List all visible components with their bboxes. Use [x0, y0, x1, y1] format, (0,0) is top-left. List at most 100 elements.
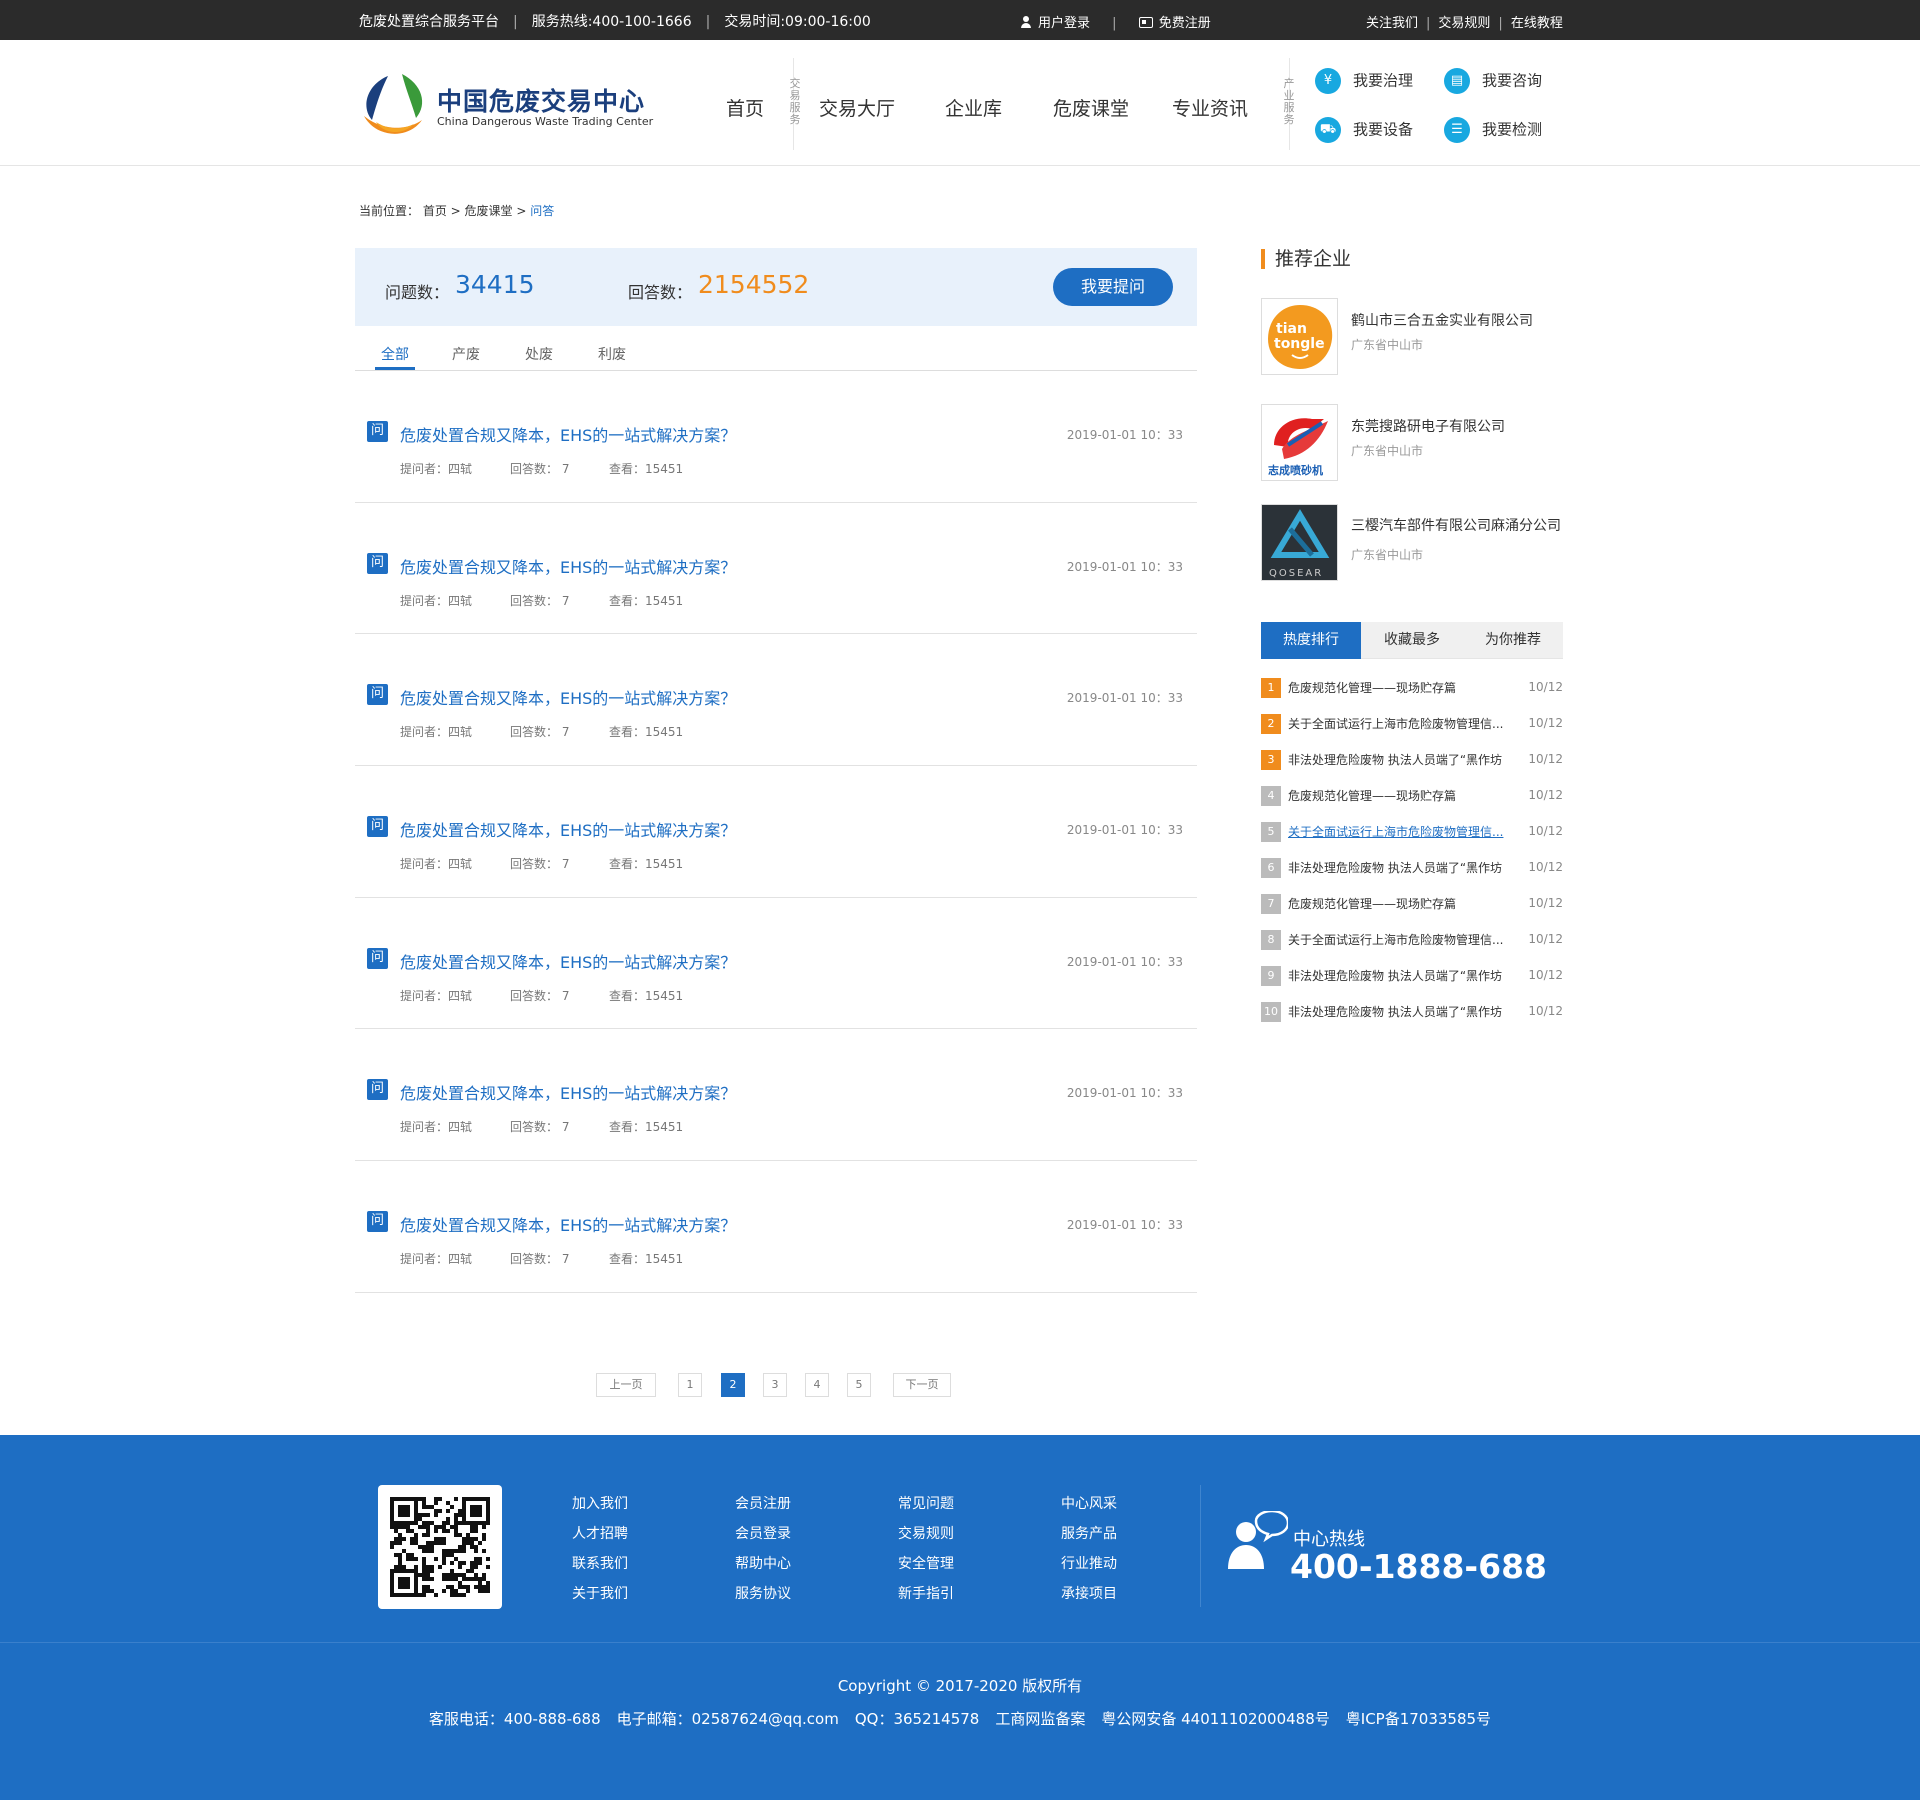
question-item[interactable]: 问危废处置合规又降本，EHS的一站式解决方案？ 2019-01-01 10：33 提… — [355, 766, 1197, 898]
company-card[interactable]: tian tongle 鹤山市三合五金实业有限公司 广东省中山市 — [1261, 298, 1571, 376]
rank-number: 9 — [1261, 966, 1281, 986]
nav-professional-news[interactable]: 专业资讯 — [1172, 94, 1248, 121]
rank-title[interactable]: 关于全面试运行上海市危险废物管理信... — [1288, 931, 1503, 948]
rank-title[interactable]: 危废规范化管理——现场贮存篇 — [1288, 787, 1456, 804]
footer-link[interactable]: 交易规则 — [898, 1523, 954, 1543]
question-item[interactable]: 问危废处置合规又降本，EHS的一站式解决方案？ 2019-01-01 10：33 提… — [355, 1161, 1197, 1293]
rank-date: 10/12 — [1528, 932, 1563, 946]
rank-number: 7 — [1261, 894, 1281, 914]
rank-title[interactable]: 危废规范化管理——现场贮存篇 — [1288, 895, 1456, 912]
question-answer-count: 回答数： 7 — [510, 988, 570, 1003]
footer-link[interactable]: 加入我们 — [572, 1493, 628, 1513]
service-consult[interactable]: ▤ 我要咨询 — [1444, 68, 1542, 94]
nav-home[interactable]: 首页 — [726, 94, 764, 121]
question-item[interactable]: 问危废处置合规又降本，EHS的一站式解决方案？ 2019-01-01 10：33 提… — [355, 898, 1197, 1030]
icp-registration: 粤ICP备17033585号 — [1345, 1710, 1492, 1728]
page-1-button[interactable]: 1 — [678, 1373, 702, 1397]
prev-page-button[interactable]: 上一页 — [596, 1373, 656, 1397]
ranking-item[interactable]: 7 危废规范化管理——现场贮存篇 10/12 — [1261, 892, 1563, 914]
question-item[interactable]: 问危废处置合规又降本，EHS的一站式解决方案？ 2019-01-01 10：33 提… — [355, 371, 1197, 503]
page-3-button[interactable]: 3 — [763, 1373, 787, 1397]
footer-link[interactable]: 服务协议 — [735, 1583, 791, 1603]
page-5-button[interactable]: 5 — [847, 1373, 871, 1397]
rank-number: 8 — [1261, 930, 1281, 950]
site-logo[interactable]: 中国危废交易中心 China Dangerous Waste Trading C… — [358, 70, 658, 140]
tab-most-favorited[interactable]: 收藏最多 — [1362, 622, 1462, 659]
ranking-item[interactable]: 10 非法处理危险废物 执法人员端了“黑作坊 10/12 — [1261, 1000, 1563, 1022]
question-title[interactable]: 危废处置合规又降本，EHS的一站式解决方案？ — [400, 949, 736, 973]
service-equipment[interactable]: ⛟ 我要设备 — [1315, 117, 1413, 143]
footer-link[interactable]: 新手指引 — [898, 1583, 954, 1603]
page-2-button[interactable]: 2 — [721, 1373, 745, 1397]
question-item[interactable]: 问危废处置合规又降本，EHS的一站式解决方案？ 2019-01-01 10：33 提… — [355, 634, 1197, 767]
footer-link[interactable]: 关于我们 — [572, 1583, 628, 1603]
question-item[interactable]: 问危废处置合规又降本，EHS的一站式解决方案？ 2019-01-01 10：33 提… — [355, 503, 1197, 635]
answer-count: 2154552 — [698, 270, 810, 299]
tab-waste-utilizer[interactable]: 利废 — [598, 344, 626, 364]
ranking-item[interactable]: 5 关于全面试运行上海市危险废物管理信... 10/12 — [1261, 820, 1563, 842]
footer-link[interactable]: 人才招聘 — [572, 1523, 628, 1543]
trade-rules-link[interactable]: 交易规则 — [1438, 12, 1490, 31]
company-card[interactable]: 志成喷砂机 东莞搜路研电子有限公司 广东省中山市 — [1261, 404, 1571, 482]
question-title[interactable]: 危废处置合规又降本，EHS的一站式解决方案？ — [400, 422, 736, 446]
footer-link[interactable]: 常见问题 — [898, 1493, 954, 1513]
rank-title[interactable]: 关于全面试运行上海市危险废物管理信... — [1288, 823, 1503, 840]
footer-link[interactable]: 会员登录 — [735, 1523, 791, 1543]
breadcrumb-section[interactable]: 危废课堂 — [465, 204, 513, 218]
register-link[interactable]: 免费注册 — [1138, 16, 1211, 31]
next-page-button[interactable]: 下一页 — [893, 1373, 951, 1397]
company-name[interactable]: 东莞搜路研电子有限公司 — [1351, 416, 1505, 436]
footer-link[interactable]: 承接项目 — [1061, 1583, 1117, 1603]
footer-link[interactable]: 服务产品 — [1061, 1523, 1117, 1543]
tab-all[interactable]: 全部 — [381, 344, 409, 364]
nav-trading-hall[interactable]: 交易大厅 — [819, 94, 895, 121]
tab-recommended-for-you[interactable]: 为你推荐 — [1463, 622, 1563, 659]
service-testing[interactable]: ☰ 我要检测 — [1444, 117, 1542, 143]
question-title[interactable]: 危废处置合规又降本，EHS的一站式解决方案？ — [400, 554, 736, 578]
question-title[interactable]: 危废处置合规又降本，EHS的一站式解决方案？ — [400, 685, 736, 709]
question-item[interactable]: 问危废处置合规又降本，EHS的一站式解决方案？ 2019-01-01 10：33 提… — [355, 1029, 1197, 1162]
service-governance[interactable]: ¥ 我要治理 — [1315, 68, 1413, 94]
tab-waste-producer[interactable]: 产废 — [452, 344, 480, 364]
question-date: 2019-01-01 10：33 — [1066, 559, 1183, 574]
question-title[interactable]: 危废处置合规又降本，EHS的一站式解决方案？ — [400, 1212, 736, 1236]
question-views: 查看：15451 — [609, 725, 684, 740]
ask-question-button[interactable]: 我要提问 — [1053, 268, 1173, 306]
rank-title[interactable]: 危废规范化管理——现场贮存篇 — [1288, 679, 1456, 696]
ranking-item[interactable]: 9 非法处理危险废物 执法人员端了“黑作坊 10/12 — [1261, 964, 1563, 986]
rank-title[interactable]: 非法处理危险废物 执法人员端了“黑作坊 — [1288, 751, 1502, 768]
platform-name: 危废处置综合服务平台 — [359, 14, 499, 30]
footer-link[interactable]: 中心风采 — [1061, 1493, 1117, 1513]
company-card[interactable]: QOSEAR 三樱汽车部件有限公司麻涌分公司 广东省中山市 — [1261, 504, 1571, 582]
page-4-button[interactable]: 4 — [805, 1373, 829, 1397]
footer-link[interactable]: 会员注册 — [735, 1493, 791, 1513]
breadcrumb-home[interactable]: 首页 — [423, 204, 447, 218]
footer-link[interactable]: 联系我们 — [572, 1553, 628, 1573]
ranking-item[interactable]: 2 关于全面试运行上海市危险废物管理信... 10/12 — [1261, 712, 1563, 734]
question-title[interactable]: 危废处置合规又降本，EHS的一站式解决方案？ — [400, 817, 736, 841]
footer-link[interactable]: 安全管理 — [898, 1553, 954, 1573]
nav-waste-classroom[interactable]: 危废课堂 — [1053, 94, 1129, 121]
login-link[interactable]: 用户登录 — [1020, 16, 1090, 31]
company-name[interactable]: 三樱汽车部件有限公司麻涌分公司 — [1351, 515, 1561, 535]
rank-number: 6 — [1261, 858, 1281, 878]
ranking-item[interactable]: 4 危废规范化管理——现场贮存篇 10/12 — [1261, 784, 1563, 806]
ranking-item[interactable]: 6 非法处理危险废物 执法人员端了“黑作坊 10/12 — [1261, 856, 1563, 878]
ranking-item[interactable]: 8 关于全面试运行上海市危险废物管理信... 10/12 — [1261, 928, 1563, 950]
online-tutorial-link[interactable]: 在线教程 — [1511, 12, 1563, 31]
follow-us-link[interactable]: 关注我们 — [1366, 12, 1418, 31]
rank-title[interactable]: 非法处理危险废物 执法人员端了“黑作坊 — [1288, 859, 1502, 876]
rank-title[interactable]: 关于全面试运行上海市危险废物管理信... — [1288, 715, 1503, 732]
footer-link[interactable]: 行业推动 — [1061, 1553, 1117, 1573]
footer-link[interactable]: 帮助中心 — [735, 1553, 791, 1573]
question-title[interactable]: 危废处置合规又降本，EHS的一站式解决方案？ — [400, 1080, 736, 1104]
tab-waste-disposer[interactable]: 处废 — [525, 344, 553, 364]
nav-enterprise-library[interactable]: 企业库 — [945, 94, 1002, 121]
rank-title[interactable]: 非法处理危险废物 执法人员端了“黑作坊 — [1288, 1003, 1502, 1020]
business-registration[interactable]: 工商网监备案 — [995, 1710, 1085, 1728]
ranking-item[interactable]: 1 危废规范化管理——现场贮存篇 10/12 — [1261, 676, 1563, 698]
tab-hot-ranking[interactable]: 热度排行 — [1261, 622, 1361, 659]
rank-title[interactable]: 非法处理危险废物 执法人员端了“黑作坊 — [1288, 967, 1502, 984]
company-name[interactable]: 鹤山市三合五金实业有限公司 — [1351, 310, 1533, 330]
ranking-item[interactable]: 3 非法处理危险废物 执法人员端了“黑作坊 10/12 — [1261, 748, 1563, 770]
